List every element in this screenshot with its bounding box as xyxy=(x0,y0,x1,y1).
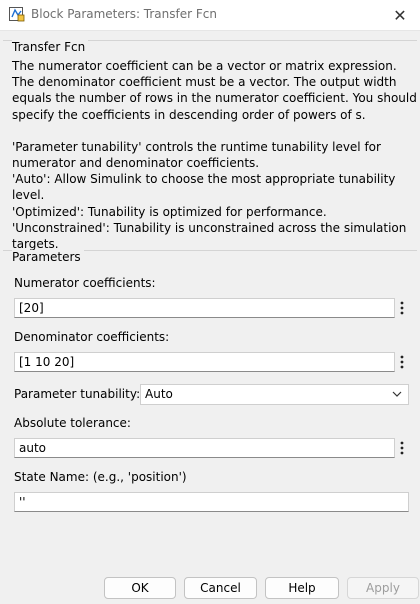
state-name-input[interactable]: '' xyxy=(14,492,409,512)
denominator-more-button[interactable] xyxy=(397,352,407,372)
ok-button[interactable]: OK xyxy=(104,577,176,599)
vertical-ellipsis-icon xyxy=(400,355,404,369)
vertical-ellipsis-icon xyxy=(400,441,404,455)
tunability-line: 'Optimized': Tunability is optimized for… xyxy=(12,204,327,219)
tunability-value: Auto xyxy=(145,387,173,401)
close-button[interactable]: ✕ xyxy=(380,0,420,30)
tunability-line: 'Auto': Allow Simulink to choose the mos… xyxy=(12,172,396,203)
description-paragraph: The numerator coefficient can be a vecto… xyxy=(12,59,417,122)
numerator-input[interactable]: [20] xyxy=(14,298,395,318)
description-group-label: Transfer Fcn xyxy=(12,40,89,54)
window-title: Block Parameters: Transfer Fcn xyxy=(31,7,217,21)
apply-button[interactable]: Apply xyxy=(347,577,419,599)
abs-tol-label: Absolute tolerance: xyxy=(14,416,131,430)
denominator-label: Denominator coefficients: xyxy=(14,330,170,344)
abs-tol-more-button[interactable] xyxy=(397,438,407,458)
abs-tol-input[interactable]: auto xyxy=(14,438,395,458)
tunability-line: 'Unconstrained': Tunability is unconstra… xyxy=(12,220,407,252)
block-description: The numerator coefficient can be a vecto… xyxy=(12,58,418,252)
denominator-input[interactable]: [1 10 20] xyxy=(14,352,395,372)
close-icon: ✕ xyxy=(393,5,407,25)
cancel-button[interactable]: Cancel xyxy=(184,577,257,599)
help-button[interactable]: Help xyxy=(265,577,339,599)
tunability-select[interactable]: Auto xyxy=(140,384,409,405)
numerator-label: Numerator coefficients: xyxy=(14,276,156,290)
tunability-label: Parameter tunability: xyxy=(14,387,141,401)
chevron-down-icon xyxy=(392,391,402,397)
state-name-label: State Name: (e.g., 'position') xyxy=(14,470,187,484)
title-bar: Block Parameters: Transfer Fcn ✕ xyxy=(0,0,420,31)
tunability-paragraph: 'Parameter tunability' controls the runt… xyxy=(12,139,418,252)
parameters-group-label: Parameters xyxy=(12,250,84,264)
simulink-block-icon xyxy=(9,7,25,22)
vertical-ellipsis-icon xyxy=(400,301,404,315)
description-group: Transfer Fcn The numerator coefficient c… xyxy=(3,40,417,251)
tunability-line: 'Parameter tunability' controls the runt… xyxy=(12,139,381,171)
numerator-more-button[interactable] xyxy=(397,298,407,318)
